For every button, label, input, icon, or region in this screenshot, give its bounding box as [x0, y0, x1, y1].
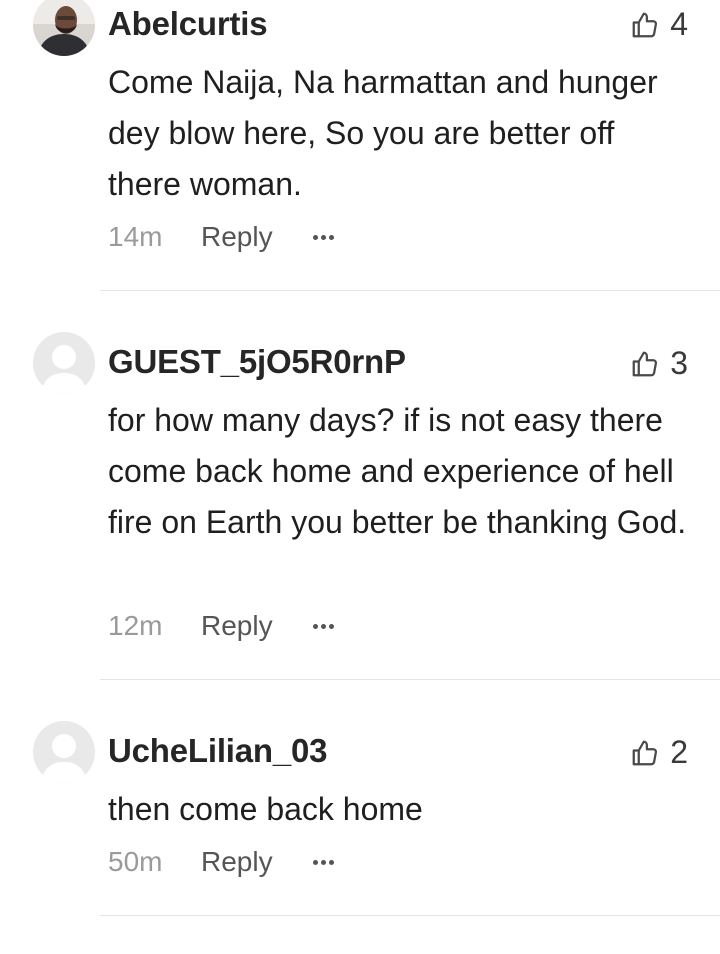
like-button[interactable]: 2 — [630, 734, 688, 771]
comment-username[interactable]: UcheLilian_03 — [108, 732, 328, 770]
avatar[interactable] — [33, 721, 95, 783]
comment-meta: 50m Reply — [108, 846, 336, 878]
thumbs-up-icon — [632, 740, 658, 765]
comment-divider — [100, 915, 720, 916]
comment-timestamp: 50m — [108, 846, 163, 877]
default-avatar-icon — [33, 721, 95, 783]
comment-item: UcheLilian_03 2 then come back home 50m … — [0, 0, 720, 916]
comment-text: then come back home — [108, 791, 423, 827]
reply-button[interactable]: Reply — [201, 846, 311, 878]
more-options-icon[interactable] — [311, 856, 336, 869]
like-count: 2 — [670, 734, 688, 770]
